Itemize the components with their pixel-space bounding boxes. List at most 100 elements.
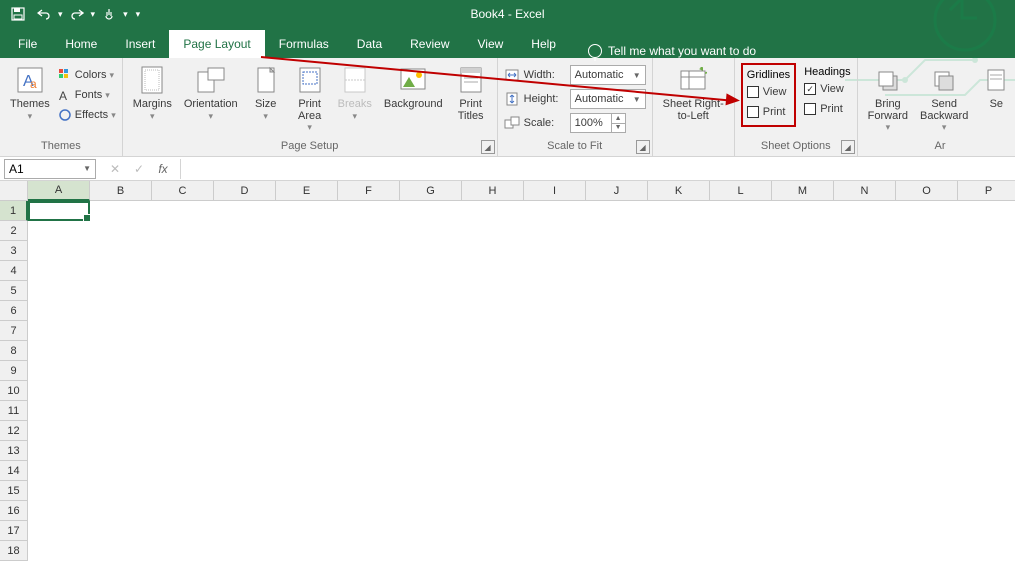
col-header-E[interactable]: E [276, 181, 338, 201]
margins-icon [136, 64, 168, 96]
col-header-A[interactable]: A [28, 181, 90, 201]
undo-dropdown[interactable]: ▾ [58, 9, 63, 20]
sheet-rtl-icon [677, 64, 709, 96]
row-header-11[interactable]: 11 [0, 401, 28, 421]
group-scale-to-fit: Width: Automatic▼ Height: Automatic▼ Sca… [498, 58, 653, 156]
effects-label: Effects [75, 109, 108, 121]
cells-area[interactable] [28, 201, 1015, 588]
group-sheet-options: Gridlines View Print Headings ✓View Prin… [735, 58, 858, 156]
row-header-5[interactable]: 5 [0, 281, 28, 301]
row-header-8[interactable]: 8 [0, 341, 28, 361]
scale-down[interactable]: ▼ [612, 124, 625, 133]
size-button[interactable]: Size▾ [246, 62, 286, 124]
row-header-4[interactable]: 4 [0, 261, 28, 281]
headings-view-checkbox[interactable]: ✓View [804, 80, 850, 98]
fonts-button[interactable]: AFonts ▾ [58, 86, 116, 104]
scale-spinner[interactable]: 100%▲▼ [570, 113, 626, 133]
colors-button[interactable]: Colors ▾ [58, 66, 116, 84]
row-header-2[interactable]: 2 [0, 221, 28, 241]
height-combo[interactable]: Automatic▼ [570, 89, 646, 109]
undo-button[interactable] [32, 2, 56, 26]
sheet-rtl-button[interactable]: Sheet Right- to-Left [659, 62, 728, 124]
row-header-17[interactable]: 17 [0, 521, 28, 541]
page-setup-launcher[interactable]: ◢ [481, 140, 495, 154]
margins-button[interactable]: Margins▾ [129, 62, 176, 124]
row-header-7[interactable]: 7 [0, 321, 28, 341]
tab-review[interactable]: Review [396, 30, 463, 58]
sheet-options-launcher[interactable]: ◢ [841, 140, 855, 154]
col-header-M[interactable]: M [772, 181, 834, 201]
col-header-J[interactable]: J [586, 181, 648, 201]
col-header-B[interactable]: B [90, 181, 152, 201]
col-header-I[interactable]: I [524, 181, 586, 201]
tab-insert[interactable]: Insert [111, 30, 169, 58]
save-button[interactable] [6, 2, 30, 26]
width-combo[interactable]: Automatic▼ [570, 65, 646, 85]
col-header-H[interactable]: H [462, 181, 524, 201]
col-header-N[interactable]: N [834, 181, 896, 201]
row-header-15[interactable]: 15 [0, 481, 28, 501]
svg-text:a: a [30, 77, 37, 91]
themes-button[interactable]: Aa Themes▾ [6, 62, 54, 124]
background-button[interactable]: Background [380, 62, 447, 112]
title-bar: ▾ ▾ ▾ ▾ Book4 - Excel [0, 0, 1015, 28]
checkbox-unchecked-icon [747, 106, 759, 118]
group-label-scale: Scale to Fit [504, 138, 646, 156]
row-header-3[interactable]: 3 [0, 241, 28, 261]
gridlines-view-checkbox[interactable]: View [747, 83, 790, 101]
formula-input[interactable] [180, 159, 1015, 179]
breaks-button[interactable]: Breaks▾ [334, 62, 376, 124]
col-header-D[interactable]: D [214, 181, 276, 201]
col-header-O[interactable]: O [896, 181, 958, 201]
row-header-10[interactable]: 10 [0, 381, 28, 401]
tab-file[interactable]: File [4, 30, 51, 58]
bulb-icon [588, 44, 602, 58]
tab-home[interactable]: Home [51, 30, 111, 58]
scale-up[interactable]: ▲ [612, 114, 625, 124]
row-header-9[interactable]: 9 [0, 361, 28, 381]
tab-view[interactable]: View [464, 30, 518, 58]
active-cell-a1[interactable] [28, 201, 90, 221]
fx-button[interactable]: fx [154, 160, 172, 178]
tell-me-search[interactable]: Tell me what you want to do [588, 44, 756, 58]
effects-button[interactable]: Effects ▾ [58, 106, 116, 124]
row-header-6[interactable]: 6 [0, 301, 28, 321]
col-header-C[interactable]: C [152, 181, 214, 201]
tab-formulas[interactable]: Formulas [265, 30, 343, 58]
tab-data[interactable]: Data [343, 30, 396, 58]
touch-dropdown[interactable]: ▾ [123, 9, 128, 20]
qat-customize-dropdown[interactable]: ▾ [136, 9, 141, 20]
row-header-14[interactable]: 14 [0, 461, 28, 481]
print-titles-button[interactable]: Print Titles [451, 62, 491, 124]
selection-pane-button[interactable]: Se [976, 62, 1015, 112]
redo-dropdown[interactable]: ▾ [91, 9, 96, 20]
orientation-button[interactable]: Orientation▾ [180, 62, 242, 124]
touch-mode-button[interactable] [97, 2, 121, 26]
row-header-18[interactable]: 18 [0, 541, 28, 561]
bring-forward-button[interactable]: Bring Forward▾ [864, 62, 912, 135]
row-header-13[interactable]: 13 [0, 441, 28, 461]
name-box[interactable]: A1▼ [4, 159, 96, 179]
colors-label: Colors [75, 69, 107, 81]
worksheet-grid[interactable]: ABCDEFGHIJKLMNOP 12345678910111213141516… [0, 181, 1015, 588]
row-header-16[interactable]: 16 [0, 501, 28, 521]
col-header-G[interactable]: G [400, 181, 462, 201]
scale-launcher[interactable]: ◢ [636, 140, 650, 154]
print-area-button[interactable]: Print Area▾ [290, 62, 330, 135]
redo-button[interactable] [65, 2, 89, 26]
send-backward-button[interactable]: Send Backward▾ [916, 62, 972, 135]
cancel-formula-button[interactable]: ✕ [106, 160, 124, 178]
col-header-F[interactable]: F [338, 181, 400, 201]
tab-page-layout[interactable]: Page Layout [169, 30, 264, 58]
col-header-P[interactable]: P [958, 181, 1015, 201]
headings-print-checkbox[interactable]: Print [804, 100, 850, 118]
tab-help[interactable]: Help [517, 30, 570, 58]
select-all-corner[interactable] [0, 181, 28, 201]
gridlines-print-checkbox[interactable]: Print [747, 103, 790, 121]
col-header-L[interactable]: L [710, 181, 772, 201]
enter-formula-button[interactable]: ✓ [130, 160, 148, 178]
col-header-K[interactable]: K [648, 181, 710, 201]
row-header-1[interactable]: 1 [0, 201, 28, 221]
background-icon [397, 64, 429, 96]
row-header-12[interactable]: 12 [0, 421, 28, 441]
